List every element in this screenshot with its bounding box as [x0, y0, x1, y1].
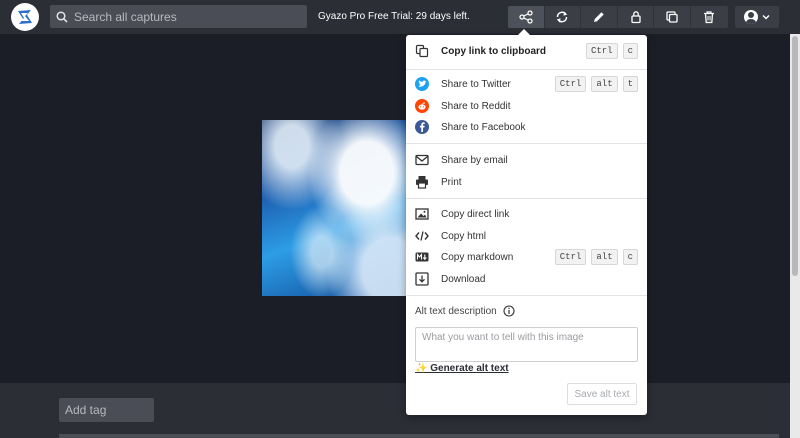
copy-link-item[interactable]: Copy link to clipboard Ctrl c	[406, 41, 647, 61]
copy-html-label: Copy html	[441, 230, 487, 242]
clipboard-icon	[415, 44, 429, 58]
avatar	[744, 10, 758, 24]
reddit-icon	[415, 99, 429, 113]
share-twitter-label: Share to Twitter	[441, 78, 511, 90]
search-input[interactable]	[74, 9, 294, 24]
save-alt-text-button[interactable]: Save alt text	[567, 383, 637, 405]
pencil-icon	[593, 12, 604, 22]
alt-text-input[interactable]	[415, 327, 638, 362]
markdown-icon	[415, 250, 429, 264]
scrollbar-thumb[interactable]	[792, 36, 798, 276]
share-button[interactable]	[508, 6, 545, 28]
code-icon	[415, 229, 429, 243]
menu-divider	[406, 143, 647, 144]
shortcut-key: c	[622, 43, 638, 59]
twitter-icon	[415, 77, 429, 91]
copy-markdown-label: Copy markdown	[441, 251, 514, 263]
shortcut-key: c	[622, 249, 638, 265]
duplicate-button[interactable]	[654, 6, 691, 28]
delete-button[interactable]	[691, 6, 728, 28]
edit-button[interactable]	[581, 6, 618, 28]
shortcut-key: Ctrl	[554, 249, 587, 265]
download-item[interactable]: Download	[406, 269, 647, 289]
info-icon[interactable]	[503, 305, 515, 317]
capture-toolbar	[508, 6, 728, 28]
account-menu-button[interactable]	[735, 6, 779, 28]
menu-divider	[406, 69, 647, 70]
duplicate-icon	[666, 11, 678, 23]
copy-direct-link-item[interactable]: Copy direct link	[406, 204, 647, 224]
copy-markdown-shortcut: Ctrl alt c	[554, 249, 638, 265]
generate-alt-text-link[interactable]: ✨ Generate alt text	[415, 363, 509, 374]
search-icon	[56, 10, 68, 23]
envelope-icon	[415, 153, 429, 167]
trash-icon	[704, 11, 715, 24]
share-email-item[interactable]: Share by email	[406, 150, 647, 170]
download-label: Download	[441, 273, 486, 285]
share-email-label: Share by email	[441, 154, 508, 166]
gyazo-logo[interactable]	[11, 3, 39, 31]
shortcut-key: t	[622, 76, 638, 92]
privacy-lock-button[interactable]	[618, 6, 655, 28]
lock-icon	[630, 11, 641, 24]
sync-icon	[557, 11, 568, 23]
shortcut-key: alt	[591, 249, 618, 265]
alt-text-label: Alt text description	[415, 305, 497, 317]
share-menu: Copy link to clipboard Ctrl c Share to T…	[406, 29, 647, 415]
menu-divider	[406, 295, 647, 296]
printer-icon	[415, 175, 429, 189]
chevron-down-icon	[762, 15, 770, 20]
add-tag-input[interactable]	[59, 398, 154, 422]
menu-divider	[406, 198, 647, 199]
copy-link-shortcut: Ctrl c	[585, 43, 638, 59]
alt-text-heading: Alt text description	[415, 305, 515, 317]
sync-button[interactable]	[545, 6, 582, 28]
share-facebook-label: Share to Facebook	[441, 121, 526, 133]
share-facebook-item[interactable]: Share to Facebook	[406, 117, 647, 137]
share-reddit-label: Share to Reddit	[441, 100, 511, 112]
download-icon	[415, 272, 429, 286]
details-divider	[59, 434, 779, 438]
capture-image[interactable]	[262, 120, 412, 296]
print-item[interactable]: Print	[406, 172, 647, 192]
share-twitter-shortcut: Ctrl alt t	[554, 76, 638, 92]
image-icon	[415, 207, 429, 221]
copy-html-item[interactable]: Copy html	[406, 226, 647, 246]
copy-direct-link-label: Copy direct link	[441, 208, 510, 220]
share-reddit-item[interactable]: Share to Reddit	[406, 96, 647, 116]
shortcut-key: alt	[591, 76, 618, 92]
gyazo-logo-icon	[18, 10, 32, 24]
trial-status: Gyazo Pro Free Trial: 29 days left.	[318, 11, 470, 22]
copy-markdown-item[interactable]: Copy markdown Ctrl alt c	[406, 247, 647, 267]
share-icon	[519, 10, 533, 24]
copy-link-label: Copy link to clipboard	[441, 45, 547, 57]
share-twitter-item[interactable]: Share to Twitter Ctrl alt t	[406, 74, 647, 94]
shortcut-key: Ctrl	[585, 43, 618, 59]
print-label: Print	[441, 176, 462, 188]
search-bar[interactable]	[50, 5, 307, 28]
shortcut-key: Ctrl	[554, 76, 587, 92]
top-bar: Gyazo Pro Free Trial: 29 days left.	[0, 0, 800, 34]
facebook-icon	[415, 120, 429, 134]
